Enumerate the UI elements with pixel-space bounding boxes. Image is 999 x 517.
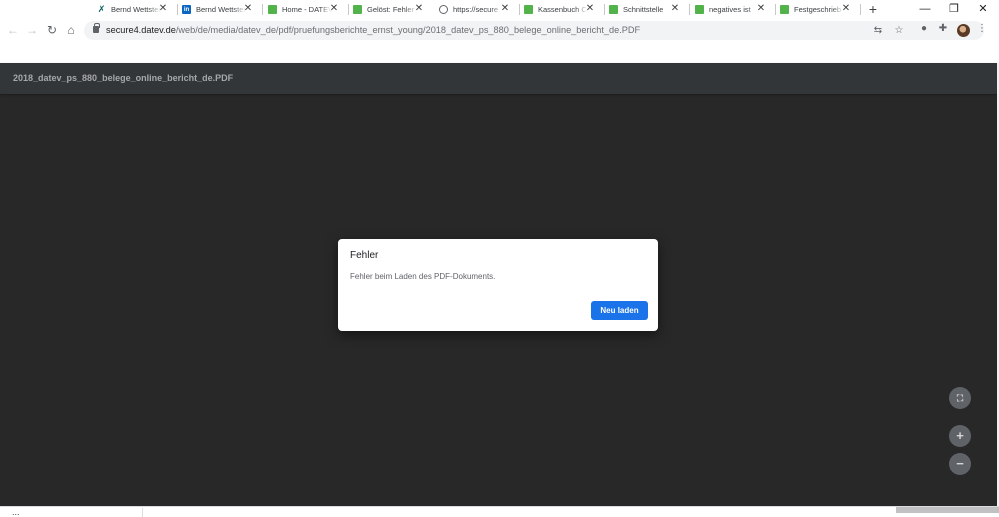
error-dialog: Fehler Fehler beim Laden des PDF-Dokumen… [338, 239, 658, 331]
tab-strip: ✗ Bernd Wettstein ✕ in Bernd Wettstein ✕… [0, 0, 999, 19]
back-arrow-icon[interactable]: ← [5, 22, 21, 38]
dialog-message: Fehler beim Laden des PDF-Dokuments. [350, 272, 496, 281]
close-icon[interactable]: ✕ [328, 3, 340, 15]
tab-title: Bernd Wettstein [111, 5, 161, 14]
close-icon[interactable]: ✕ [499, 3, 511, 15]
address-bar[interactable]: secure4.datev.de/web/de/media/datev_de/p… [84, 21, 984, 40]
close-icon[interactable]: ✕ [840, 3, 852, 15]
zoom-out-button[interactable]: − [949, 453, 971, 475]
home-icon[interactable]: ⌂ [63, 22, 79, 38]
linkedin-icon: in [182, 5, 191, 14]
bottom-more-icon[interactable]: ... [12, 508, 20, 517]
minimize-button[interactable]: — [912, 0, 938, 18]
xing-icon: ✗ [97, 4, 106, 14]
pdf-toolbar: 2018_datev_ps_880_belege_online_bericht_… [0, 63, 997, 94]
close-icon[interactable]: ✕ [413, 3, 425, 15]
tab-title: negatives ist [709, 5, 751, 14]
browser-toolbar: ← → ↻ ⌂ secure4.datev.de/web/de/media/da… [0, 19, 999, 43]
window-close-button[interactable]: ✕ [970, 0, 996, 18]
maximize-button[interactable]: ❐ [941, 0, 967, 18]
lock-icon [93, 23, 100, 33]
tab-title: Gelöst: Fehler [367, 5, 415, 14]
puzzle-extensions-icon[interactable]: ✚ [937, 23, 949, 35]
green-page-icon [780, 5, 789, 14]
tab-active-pdf[interactable]: https://secure ✕ [433, 0, 520, 19]
reload-icon[interactable]: ↻ [44, 22, 60, 38]
green-page-icon [268, 5, 277, 14]
horizontal-scrollbar[interactable] [896, 507, 999, 513]
tab-home-datev[interactable]: Home - DATEV ✕ [262, 0, 349, 19]
document-title: 2018_datev_ps_880_belege_online_bericht_… [13, 73, 234, 83]
close-icon[interactable]: ✕ [755, 3, 767, 15]
dialog-title: Fehler [350, 250, 379, 261]
avatar[interactable] [957, 24, 970, 37]
close-icon[interactable]: ✕ [669, 3, 681, 15]
green-page-icon [695, 5, 704, 14]
globe-icon [439, 5, 448, 14]
tab-title: Home - DATEV [282, 5, 332, 14]
bottom-bar: ... [0, 506, 999, 517]
translate-icon[interactable]: ⇆ [872, 25, 884, 37]
tab-title: Kassenbuch C [538, 5, 587, 14]
tab-divider [860, 4, 861, 15]
url-host: secure4.datev.de [106, 25, 176, 35]
bottom-divider [142, 508, 143, 517]
forward-arrow-icon[interactable]: → [24, 22, 40, 38]
green-page-icon [524, 5, 533, 14]
menu-kebab-icon[interactable]: ⋮ [976, 23, 988, 35]
tab-schnittstelle[interactable]: Schnittstelle ✕ [603, 0, 690, 19]
reload-button[interactable]: Neu laden [591, 301, 648, 320]
url-path: /web/de/media/datev_de/pdf/pruefungsberi… [175, 25, 641, 35]
star-icon[interactable]: ☆ [893, 25, 905, 37]
new-tab-button[interactable]: + [866, 1, 880, 17]
tab-title: Bernd Wettstein [196, 5, 246, 14]
close-icon[interactable]: ✕ [584, 3, 596, 15]
tab-festgeschrieben[interactable]: Festgeschrieb ✕ [774, 0, 861, 19]
green-page-icon [609, 5, 618, 14]
close-icon[interactable]: ✕ [242, 3, 254, 15]
url-text[interactable]: secure4.datev.de/web/de/media/datev_de/p… [106, 25, 640, 35]
tab-geloest[interactable]: Gelöst: Fehler ✕ [347, 0, 434, 19]
tab-title: Schnittstelle [623, 5, 664, 14]
zoom-in-button[interactable]: + [949, 425, 971, 447]
tab-title: Festgeschrieb [794, 5, 842, 14]
close-icon[interactable]: ✕ [157, 3, 169, 15]
fit-to-page-icon[interactable]: ⛶ [949, 387, 971, 409]
extension-circle-icon[interactable]: ● [918, 23, 930, 35]
tab-negatives[interactable]: negatives ist ✕ [689, 0, 776, 19]
tab-kassenbuch[interactable]: Kassenbuch C ✕ [518, 0, 605, 19]
tab-linkedin[interactable]: in Bernd Wettstein ✕ [176, 0, 263, 19]
green-page-icon [353, 5, 362, 14]
tab-title: https://secure [453, 5, 499, 14]
tab-xing[interactable]: ✗ Bernd Wettstein ✕ [91, 0, 178, 19]
